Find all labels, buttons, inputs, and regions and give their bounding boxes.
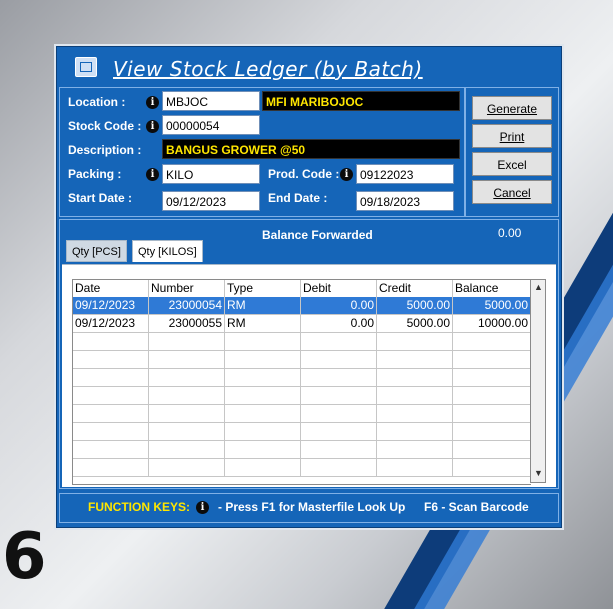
packing-label: Packing :: [68, 167, 122, 181]
cancel-button[interactable]: Cancel: [472, 180, 552, 204]
description-label: Description :: [68, 143, 142, 157]
excel-button[interactable]: Excel: [472, 152, 552, 176]
column-header-type[interactable]: Type: [225, 280, 301, 297]
end-date-field[interactable]: 09/18/2023: [356, 191, 454, 211]
table-header-row: Date Number Type Debit Credit Balance: [73, 280, 531, 298]
cell-number: 23000055: [149, 315, 225, 332]
empty-row[interactable]: [73, 441, 531, 459]
table-row[interactable]: 09/12/2023 23000055 RM 0.00 5000.00 1000…: [73, 315, 531, 333]
slide-number: 6: [2, 520, 47, 594]
cell-credit: 5000.00: [377, 315, 453, 332]
generate-button[interactable]: Generate: [472, 96, 552, 120]
action-buttons: Generate Print Excel Cancel: [465, 87, 559, 217]
description-field: BANGUS GROWER @50: [162, 139, 460, 159]
table-row[interactable]: 09/12/2023 23000054 RM 0.00 5000.00 5000…: [73, 297, 531, 315]
packing-field[interactable]: KILO: [162, 164, 260, 184]
filter-form: Location : i MBJOC MFI MARIBOJOC Stock C…: [59, 87, 465, 217]
empty-row[interactable]: [73, 423, 531, 441]
cell-date: 09/12/2023: [73, 297, 149, 314]
location-code-field[interactable]: MBJOC: [162, 91, 260, 111]
location-label: Location :: [68, 95, 126, 109]
title-bar: View Stock Ledger (by Batch): [57, 47, 561, 87]
tab-qty-kilos[interactable]: Qty [KILOS]: [132, 240, 203, 262]
info-icon: i: [196, 501, 209, 514]
info-icon[interactable]: i: [146, 120, 159, 133]
ledger-table[interactable]: Date Number Type Debit Credit Balance 09…: [72, 279, 531, 485]
end-date-label: End Date :: [268, 191, 328, 205]
cell-number: 23000054: [149, 297, 225, 314]
column-header-date[interactable]: Date: [73, 280, 149, 297]
function-keys-title: FUNCTION KEYS:: [88, 500, 190, 514]
print-button[interactable]: Print: [472, 124, 552, 148]
prod-code-label: Prod. Code :: [268, 167, 340, 181]
f1-hint: - Press F1 for Masterfile Look Up: [218, 500, 406, 514]
scroll-down-icon[interactable]: ▼: [534, 468, 543, 478]
cell-type: RM: [225, 315, 301, 332]
cell-balance: 10000.00: [453, 315, 531, 332]
cell-balance: 5000.00: [453, 297, 531, 314]
cell-debit: 0.00: [301, 297, 377, 314]
prod-code-field[interactable]: 09122023: [356, 164, 454, 184]
column-header-debit[interactable]: Debit: [301, 280, 377, 297]
ledger-window-icon: [75, 57, 97, 77]
empty-row[interactable]: [73, 351, 531, 369]
function-keys-bar: FUNCTION KEYS: i - Press F1 for Masterfi…: [59, 493, 559, 523]
cell-credit: 5000.00: [377, 297, 453, 314]
info-icon[interactable]: i: [146, 96, 159, 109]
f6-hint: F6 - Scan Barcode: [424, 500, 529, 514]
scroll-up-icon[interactable]: ▲: [534, 282, 543, 292]
empty-row[interactable]: [73, 387, 531, 405]
stock-ledger-window: View Stock Ledger (by Batch) Location : …: [56, 46, 562, 528]
vertical-scrollbar[interactable]: ▲ ▼: [530, 279, 546, 483]
cell-type: RM: [225, 297, 301, 314]
empty-row[interactable]: [73, 369, 531, 387]
location-name-field: MFI MARIBOJOC: [262, 91, 460, 111]
column-header-balance[interactable]: Balance: [453, 280, 531, 297]
balance-forwarded-label: Balance Forwarded: [262, 228, 373, 242]
empty-row[interactable]: [73, 333, 531, 351]
ledger-tabs-area: Balance Forwarded 0.00 Qty [PCS] Qty [KI…: [59, 219, 559, 489]
info-icon[interactable]: i: [146, 168, 159, 181]
stock-code-field[interactable]: 00000054: [162, 115, 260, 135]
column-header-credit[interactable]: Credit: [377, 280, 453, 297]
ledger-panel: Date Number Type Debit Credit Balance 09…: [62, 264, 556, 487]
column-header-number[interactable]: Number: [149, 280, 225, 297]
empty-row[interactable]: [73, 459, 531, 477]
start-date-label: Start Date :: [68, 191, 133, 205]
empty-row[interactable]: [73, 405, 531, 423]
start-date-field[interactable]: 09/12/2023: [162, 191, 260, 211]
info-icon[interactable]: i: [340, 168, 353, 181]
tab-qty-pcs[interactable]: Qty [PCS]: [66, 240, 127, 262]
cell-debit: 0.00: [301, 315, 377, 332]
cell-date: 09/12/2023: [73, 315, 149, 332]
window-title: View Stock Ledger (by Batch): [113, 57, 423, 81]
balance-forwarded-value: 0.00: [498, 226, 522, 240]
stock-code-label: Stock Code :: [68, 119, 142, 133]
